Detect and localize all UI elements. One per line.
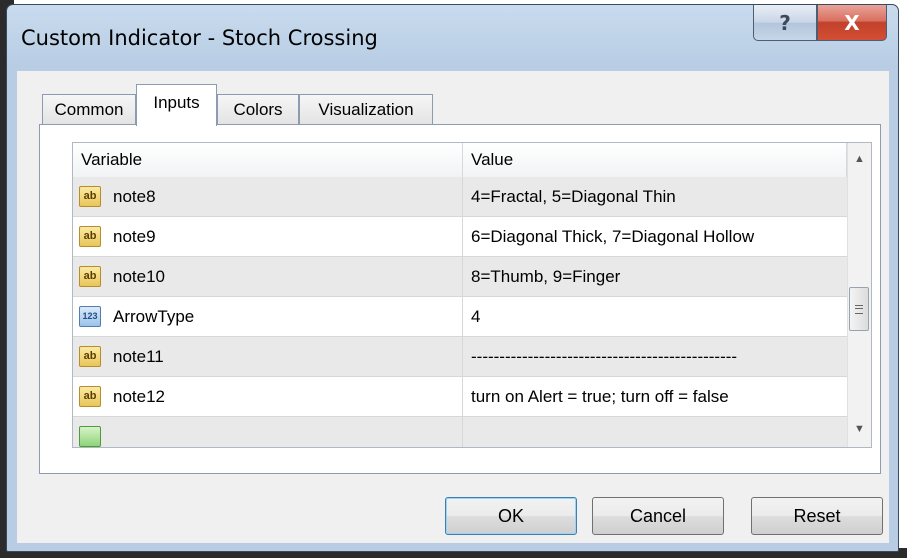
row-value-cell[interactable]: 6=Diagonal Thick, 7=Diagonal Hollow xyxy=(463,217,847,256)
ok-button[interactable]: OK xyxy=(445,497,577,535)
table-row[interactable]: ab note11 ------------------------------… xyxy=(73,337,847,377)
string-type-icon: ab xyxy=(79,226,101,247)
variable-name: note8 xyxy=(113,187,156,206)
table-row[interactable]: ab note12 turn on Alert = true; turn off… xyxy=(73,377,847,417)
row-value-cell[interactable]: 4=Fractal, 5=Diagonal Thin xyxy=(463,177,847,216)
string-type-icon: ab xyxy=(79,186,101,207)
table-row[interactable]: ab note10 8=Thumb, 9=Finger xyxy=(73,257,847,297)
table-row[interactable]: ab note8 4=Fractal, 5=Diagonal Thin xyxy=(73,177,847,217)
table-row-partial[interactable] xyxy=(73,417,847,447)
row-value-cell[interactable]: turn on Alert = true; turn off = false xyxy=(463,377,847,416)
dialog-client-area: Common Inputs Colors Visualization Varia… xyxy=(17,71,889,543)
help-button[interactable]: ? xyxy=(753,5,817,41)
tab-inputs[interactable]: Inputs xyxy=(136,84,217,126)
scroll-thumb[interactable] xyxy=(849,287,869,331)
string-type-icon: ab xyxy=(79,386,101,407)
row-variable-cell: ab note8 xyxy=(73,177,463,216)
window-title: Custom Indicator - Stoch Crossing xyxy=(21,26,378,50)
row-variable-cell xyxy=(73,417,463,447)
close-button[interactable]: X xyxy=(817,5,887,41)
column-header-value[interactable]: Value xyxy=(463,143,847,177)
inputs-tab-panel: Variable Value ab note8 4=Fractal, 5=Dia… xyxy=(39,124,881,474)
tab-visualization[interactable]: Visualization xyxy=(299,94,433,125)
row-value-cell[interactable]: 8=Thumb, 9=Finger xyxy=(463,257,847,296)
cancel-button[interactable]: Cancel xyxy=(592,497,724,535)
row-variable-cell: ab note11 xyxy=(73,337,463,376)
scroll-down-arrow-icon[interactable]: ▼ xyxy=(848,417,871,441)
list-header: Variable Value xyxy=(73,143,847,178)
inputs-list[interactable]: Variable Value ab note8 4=Fractal, 5=Dia… xyxy=(72,142,872,448)
row-value-cell[interactable] xyxy=(463,417,847,447)
row-variable-cell: ab note12 xyxy=(73,377,463,416)
variable-name: note10 xyxy=(113,267,165,286)
string-type-icon: ab xyxy=(79,346,101,367)
row-variable-cell: ab note10 xyxy=(73,257,463,296)
column-header-variable[interactable]: Variable xyxy=(73,143,463,177)
close-icon: X xyxy=(844,10,860,35)
tab-colors[interactable]: Colors xyxy=(217,94,299,125)
row-value-cell[interactable]: 4 xyxy=(463,297,847,336)
table-row[interactable]: ab note9 6=Diagonal Thick, 7=Diagonal Ho… xyxy=(73,217,847,257)
dialog-window: Custom Indicator - Stoch Crossing ? X Co… xyxy=(6,4,899,552)
table-row[interactable]: 123 ArrowType 4 xyxy=(73,297,847,337)
row-value-cell[interactable]: ----------------------------------------… xyxy=(463,337,847,376)
row-variable-cell: ab note9 xyxy=(73,217,463,256)
variable-name: note11 xyxy=(113,347,164,366)
reset-button[interactable]: Reset xyxy=(751,497,883,535)
string-type-icon: ab xyxy=(79,266,101,287)
row-variable-cell: 123 ArrowType xyxy=(73,297,463,336)
integer-type-icon: 123 xyxy=(79,306,101,327)
grip-icon xyxy=(855,304,863,314)
variable-name: note9 xyxy=(113,227,156,246)
tab-common[interactable]: Common xyxy=(42,94,136,125)
bool-type-icon xyxy=(79,426,101,447)
scroll-up-arrow-icon[interactable]: ▲ xyxy=(848,147,871,171)
title-bar[interactable]: Custom Indicator - Stoch Crossing ? X xyxy=(7,5,898,73)
help-icon: ? xyxy=(779,10,791,35)
vertical-scrollbar[interactable]: ▲ ▼ xyxy=(847,143,871,447)
variable-name: ArrowType xyxy=(113,307,195,326)
variable-name: note12 xyxy=(113,387,165,406)
